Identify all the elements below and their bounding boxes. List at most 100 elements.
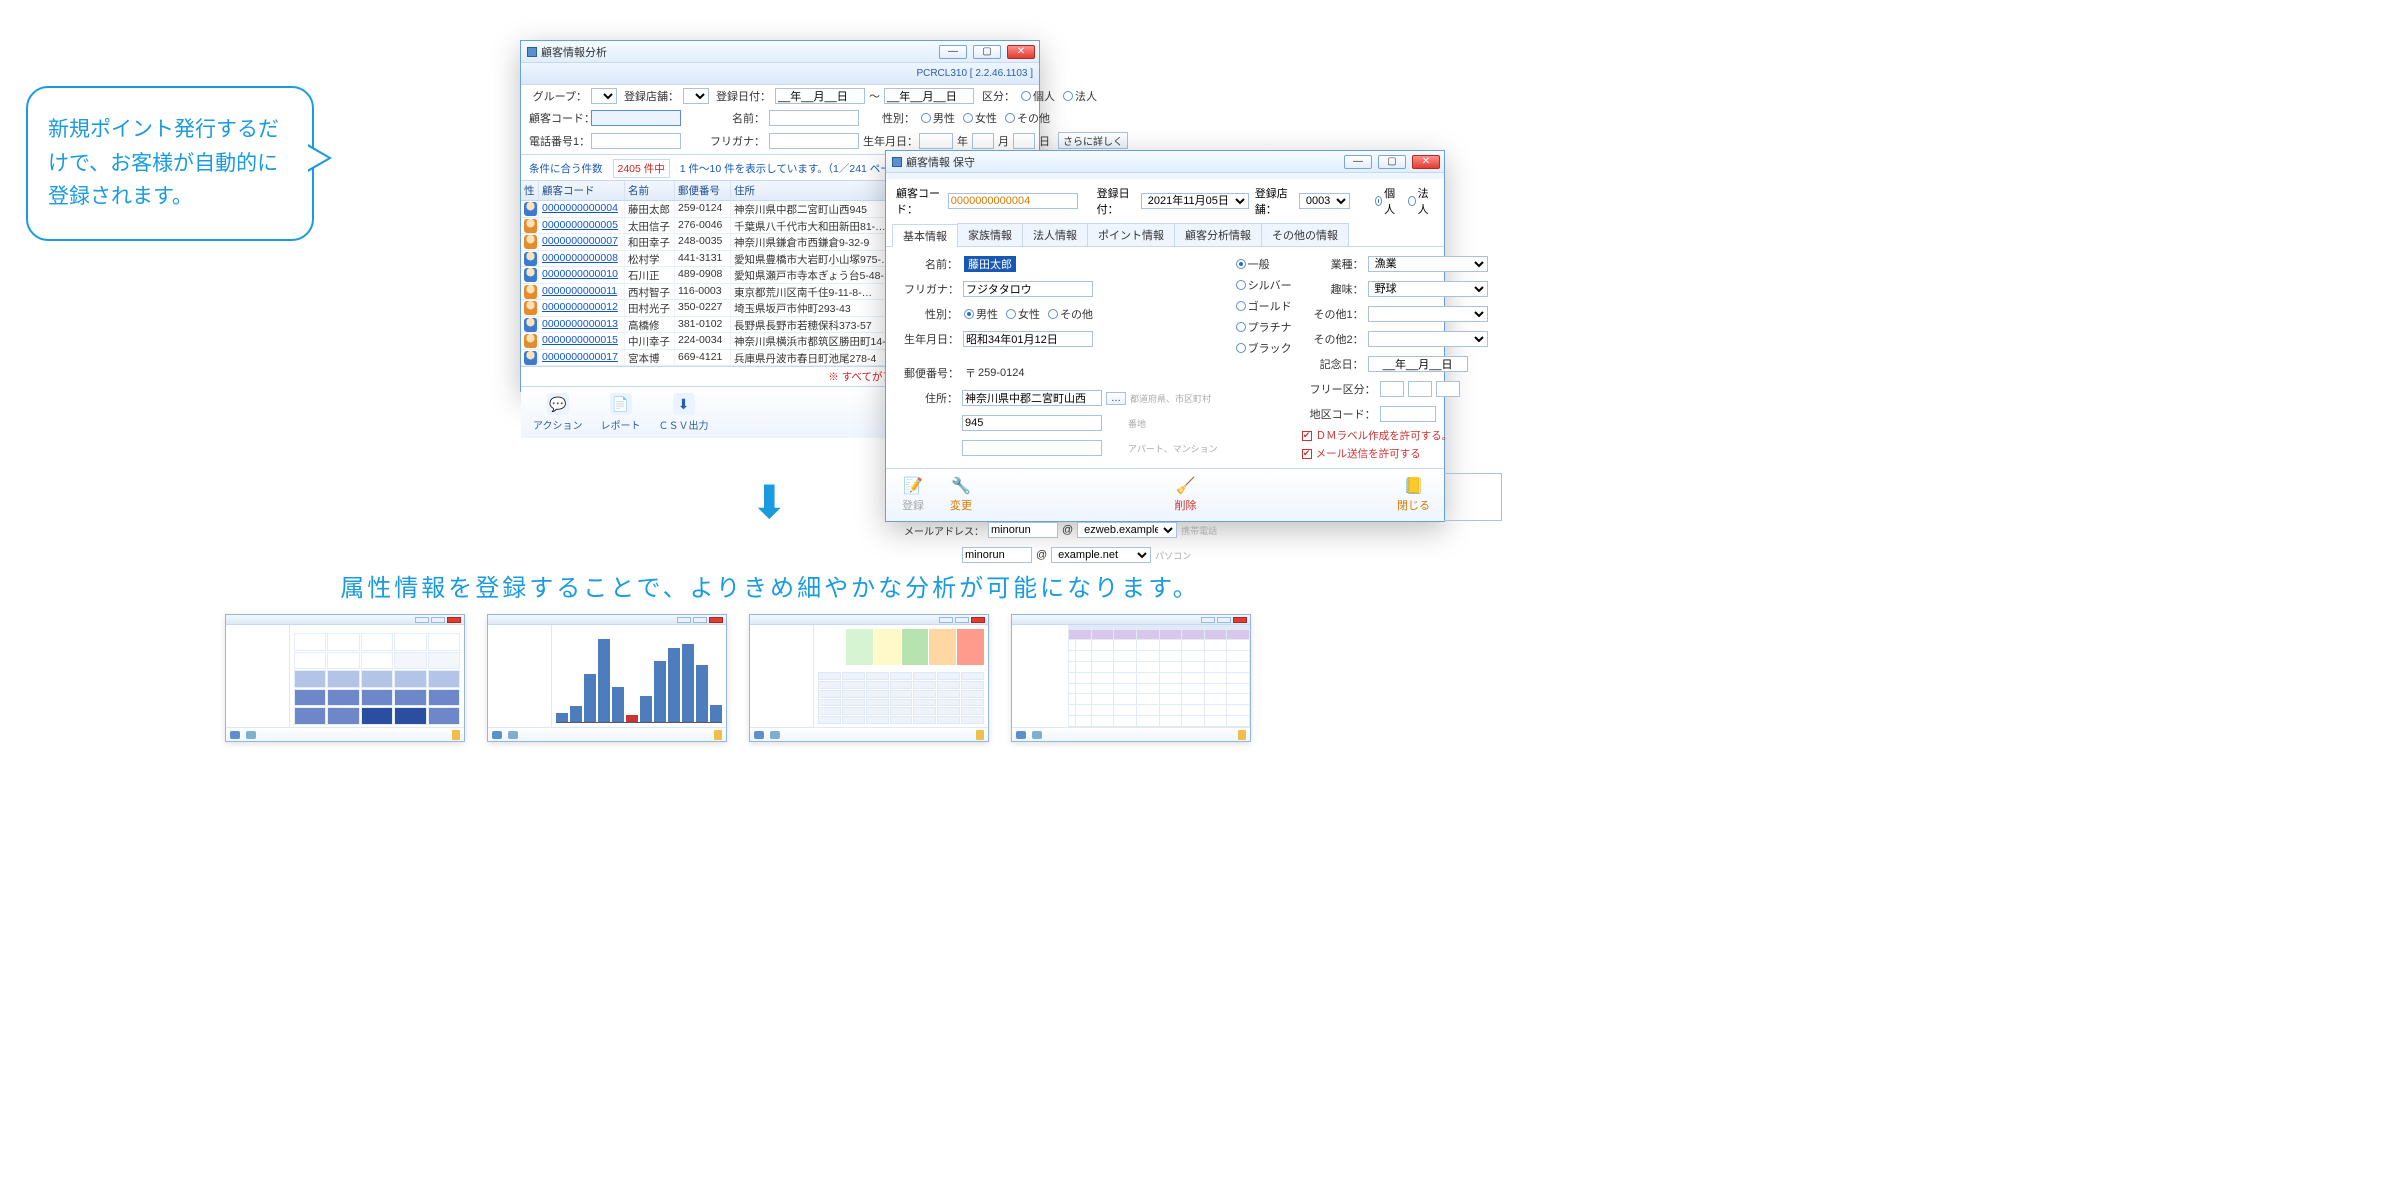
window-title: 顧客情報 保守 (906, 154, 975, 170)
more-button[interactable]: さらに詳しく (1058, 132, 1128, 149)
customer-code-link[interactable]: 0000000000012 (539, 300, 625, 316)
female-radio[interactable]: 女性 (1006, 306, 1040, 322)
csv-button[interactable]: ⬇ＣＳＶ出力 (659, 393, 709, 432)
birth-d-input[interactable] (1013, 133, 1035, 149)
date-select[interactable]: 2021年11月05日 (1141, 193, 1249, 209)
zip-input[interactable]: 〒259-0124 (963, 365, 1055, 381)
hojin-radio[interactable]: 法人 (1063, 88, 1097, 104)
other2-select[interactable] (1368, 331, 1488, 347)
gender-icon (524, 351, 538, 365)
to-label: 〜 (869, 88, 880, 104)
addr1-input[interactable] (962, 390, 1102, 406)
rank-radio-4[interactable]: ブラック (1236, 340, 1292, 356)
gender-icon (524, 285, 538, 299)
gender-icon (524, 252, 538, 266)
minimize-button[interactable]: — (939, 45, 967, 59)
kojin-radio[interactable]: 個人 (1021, 88, 1055, 104)
rank-radio-0[interactable]: 一般 (1236, 256, 1270, 272)
delete-button[interactable]: 🧹削除 (1173, 475, 1199, 513)
tab-1[interactable]: 家族情報 (957, 223, 1023, 246)
other-radio[interactable]: その他 (1005, 110, 1050, 126)
mail-checkbox[interactable]: ✔メール送信を許可する (1302, 446, 1502, 461)
code-input[interactable] (948, 193, 1078, 209)
rank-radio-2[interactable]: ゴールド (1236, 298, 1292, 314)
name-input[interactable] (769, 110, 859, 126)
maximize-button[interactable]: ▢ (973, 45, 1001, 59)
biz-select[interactable]: 漁業 (1368, 256, 1488, 272)
customer-code-link[interactable]: 0000000000010 (539, 267, 625, 283)
titlebar[interactable]: 顧客情報 保守 — ▢ ✕ (886, 151, 1444, 173)
kana-input[interactable] (769, 133, 859, 149)
birth-y-input[interactable] (919, 133, 953, 149)
hobby-select[interactable]: 野球 (1368, 281, 1488, 297)
tab-2[interactable]: 法人情報 (1022, 223, 1088, 246)
customer-code-link[interactable]: 0000000000005 (539, 218, 625, 234)
report-button[interactable]: 📄レポート (601, 393, 641, 432)
customer-code-link[interactable]: 0000000000017 (539, 350, 625, 366)
tabs: 基本情報家族情報法人情報ポイント情報顧客分析情報その他の情報 (886, 223, 1444, 247)
range-text: 1 件〜10 件を表示しています。（1／241 ページ） (680, 161, 912, 176)
store-label: 登録店舗： (1255, 185, 1293, 217)
female-radio[interactable]: 女性 (963, 110, 997, 126)
hojin-radio[interactable]: 法人 (1408, 185, 1432, 217)
thumbnails (225, 614, 1251, 742)
customer-code-link[interactable]: 0000000000008 (539, 251, 625, 267)
mail1-input[interactable] (988, 522, 1058, 538)
mail2-input[interactable] (962, 547, 1032, 563)
customer-code-link[interactable]: 0000000000011 (539, 284, 625, 300)
minimize-button[interactable]: — (1344, 155, 1372, 169)
anniv-input[interactable] (1368, 356, 1468, 372)
titlebar[interactable]: 顧客情報分析 — ▢ ✕ (521, 41, 1039, 63)
rank-radio-3[interactable]: プラチナ (1236, 319, 1292, 335)
cnt-label: 条件に合う件数 (529, 161, 603, 176)
date-to-input[interactable] (884, 88, 974, 104)
name-input[interactable]: 藤田太郎 (962, 256, 1092, 272)
app-icon (892, 157, 902, 167)
birth-m-input[interactable] (972, 133, 994, 149)
areacode-input[interactable] (1380, 406, 1436, 422)
thumb-color-grid (749, 614, 989, 742)
customer-code-link[interactable]: 0000000000004 (539, 201, 625, 217)
tab-5[interactable]: その他の情報 (1261, 223, 1349, 246)
other1-select[interactable] (1368, 306, 1488, 322)
tab-3[interactable]: ポイント情報 (1087, 223, 1175, 246)
free3-input[interactable] (1436, 381, 1460, 397)
close-button[interactable]: ✕ (1412, 155, 1440, 169)
store-select[interactable]: 0003 (1299, 193, 1350, 209)
tab-4[interactable]: 顧客分析情報 (1174, 223, 1262, 246)
addr3-input[interactable] (962, 440, 1102, 456)
kana-input[interactable] (963, 281, 1093, 297)
customer-code-link[interactable]: 0000000000013 (539, 317, 625, 333)
close-window-button[interactable]: 📒閉じる (1397, 475, 1430, 513)
tab-0[interactable]: 基本情報 (892, 224, 958, 247)
phone-input[interactable] (591, 133, 681, 149)
enroll-date-label: 登録日付： (713, 88, 771, 104)
free1-input[interactable] (1380, 381, 1404, 397)
other-radio[interactable]: その他 (1048, 306, 1093, 322)
rank-radio-1[interactable]: シルバー (1236, 277, 1292, 293)
register-button[interactable]: 📝登録 (900, 475, 926, 513)
version-bar: PCRCL310 [ 2.2.46.1103 ] (521, 63, 1039, 85)
customer-edit-window: 顧客情報 保守 — ▢ ✕ 顧客コード： 登録日付： 2021年11月05日 登… (885, 150, 1445, 522)
free2-input[interactable] (1408, 381, 1432, 397)
action-button[interactable]: 💬アクション (533, 393, 583, 432)
store-select[interactable] (683, 88, 709, 104)
customer-code-link[interactable]: 0000000000007 (539, 234, 625, 250)
male-radio[interactable]: 男性 (964, 306, 998, 322)
customer-code-link[interactable]: 0000000000015 (539, 333, 625, 349)
mail2-domain[interactable]: example.net (1051, 547, 1151, 563)
code-input[interactable] (591, 110, 681, 126)
close-button[interactable]: ✕ (1007, 45, 1035, 59)
addr2-input[interactable] (962, 415, 1102, 431)
action-bar: 📝登録 🔧変更 🧹削除 📒閉じる (886, 468, 1444, 521)
update-button[interactable]: 🔧変更 (948, 475, 974, 513)
date-from-input[interactable] (775, 88, 865, 104)
kojin-radio[interactable]: 個人 (1375, 185, 1399, 217)
addr-lookup-button[interactable]: … (1106, 392, 1126, 405)
male-radio[interactable]: 男性 (921, 110, 955, 126)
maximize-button[interactable]: ▢ (1378, 155, 1406, 169)
group-select[interactable] (591, 88, 617, 104)
birth-input[interactable] (963, 331, 1093, 347)
dm-checkbox[interactable]: ✔ＤＭラベル作成を許可する。 (1302, 428, 1502, 443)
mail1-domain[interactable]: ezweb.example.net (1077, 522, 1177, 538)
